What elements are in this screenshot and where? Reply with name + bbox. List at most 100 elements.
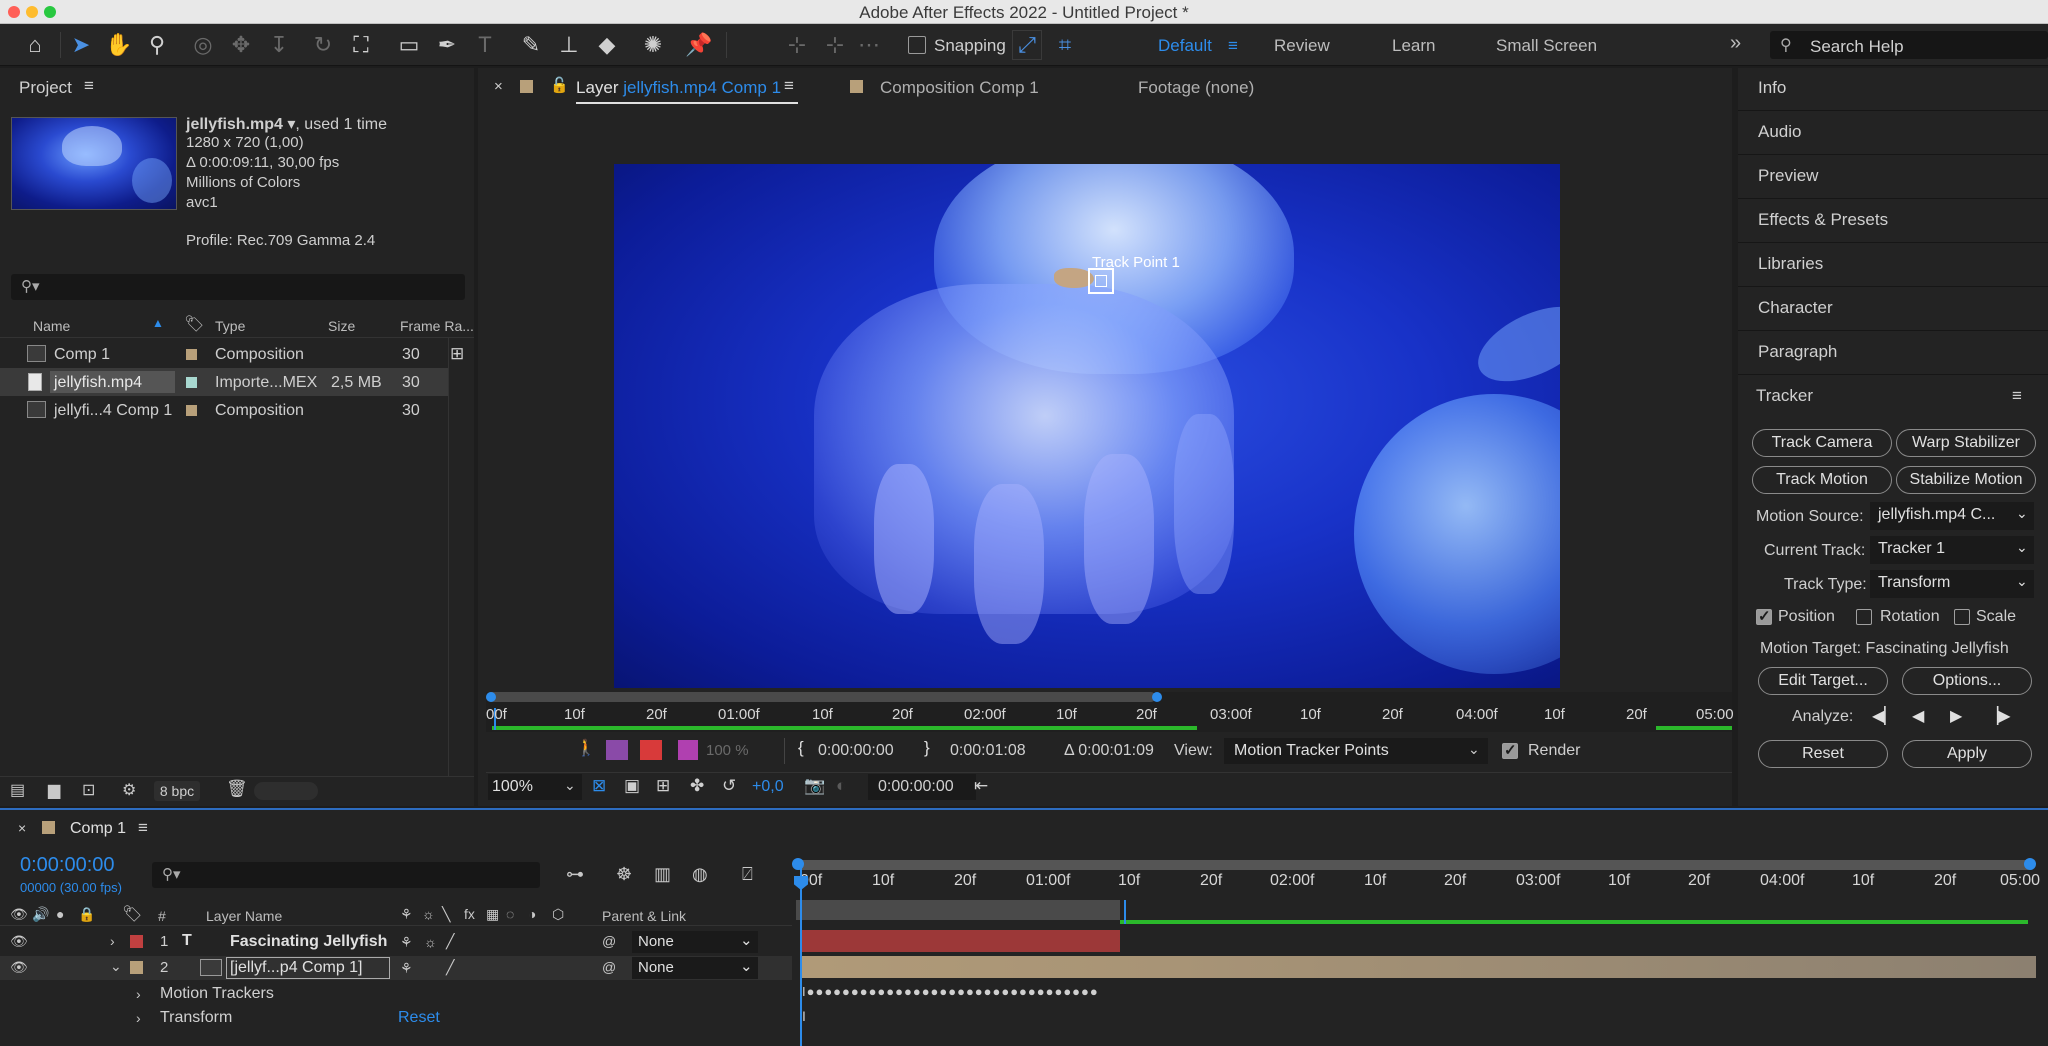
layer-bar-precomp[interactable] — [802, 956, 2036, 978]
label-swatch[interactable] — [186, 377, 197, 388]
work-area-end-handle[interactable] — [1152, 692, 1162, 702]
shy-layers-icon[interactable]: ☸ — [616, 864, 632, 885]
workspace-learn[interactable]: Learn — [1392, 36, 1435, 56]
column-type[interactable]: Type — [215, 318, 245, 334]
transform-keyframe-marker[interactable]: I — [802, 1008, 806, 1024]
video-eye-icon[interactable]: 👁 — [10, 906, 28, 923]
quality-icon[interactable]: ╲ — [442, 906, 450, 923]
tab-layer[interactable]: Layer jellyfish.mp4 Comp 1 — [576, 78, 781, 98]
rotate-icon[interactable]: ↻ — [308, 30, 338, 60]
track-type-select[interactable]: Transform ⌄ — [1870, 570, 2034, 598]
column-frame-rate[interactable]: Frame Ra... — [400, 318, 474, 334]
expand-chevron-icon[interactable]: › — [110, 933, 115, 949]
project-item-row[interactable]: jellyfi...4 Comp 1 Composition 30 — [0, 396, 448, 424]
motion-blur-col-icon[interactable]: ◌ — [506, 906, 514, 922]
scale-checkbox[interactable] — [1954, 609, 1970, 625]
shy-icon[interactable]: ⚘ — [400, 906, 413, 923]
hand-tool-icon[interactable]: ✋ — [104, 30, 134, 60]
column-layer-name[interactable]: Layer Name — [206, 908, 282, 924]
continuous-rasterize-icon[interactable]: ☼ — [424, 934, 437, 950]
label-column-icon[interactable]: 🏷 — [184, 314, 204, 334]
snap-edge-icon[interactable]: ⤢ — [1012, 30, 1042, 60]
reset-button[interactable]: Reset — [1758, 740, 1888, 768]
puppet-pin-icon[interactable]: 📌 — [684, 30, 714, 60]
shy-switch-icon[interactable]: ⚘ — [400, 934, 413, 951]
current-time-field[interactable]: 0:00:00:00 — [868, 774, 976, 800]
project-menu-icon[interactable]: ≡ — [84, 76, 94, 96]
project-panel-title[interactable]: Project — [19, 78, 72, 98]
video-eye-icon[interactable]: 👁 — [10, 959, 28, 976]
transparency-grid-icon[interactable] — [640, 740, 662, 760]
layer-bar-text[interactable] — [802, 930, 1120, 952]
time-navigator-end[interactable] — [2024, 858, 2036, 870]
label-swatch[interactable] — [130, 961, 143, 974]
layer-row[interactable]: 👁 › 1 T Fascinating Jellyfish ⚘ ☼ ╱ @ No… — [0, 930, 792, 954]
panel-preview[interactable]: Preview — [1758, 166, 1818, 186]
pickwhip-icon[interactable]: @ — [602, 959, 616, 975]
orbit-icon[interactable]: ◎ — [188, 30, 218, 60]
new-composition-icon[interactable]: ⊡ — [82, 780, 95, 800]
time-navigator-start[interactable] — [792, 858, 804, 870]
frame-blend-col-icon[interactable]: ▦ — [486, 906, 499, 923]
axis-local-icon[interactable]: ⊹ — [782, 30, 812, 60]
color-swatch[interactable] — [678, 740, 698, 760]
lock-icon[interactable]: 🔒 — [78, 906, 95, 923]
snapping-checkbox[interactable] — [908, 36, 926, 54]
bit-depth-button[interactable]: 8 bpc — [154, 781, 200, 801]
snapshot-icon[interactable]: 📷 — [804, 776, 825, 796]
thumbnail-size-slider[interactable] — [254, 782, 318, 800]
flowchart-icon[interactable]: ⊞ — [450, 344, 464, 364]
analyze-forward-frame-icon[interactable]: ▕▶ — [1986, 706, 2011, 726]
playhead[interactable] — [800, 866, 802, 1046]
in-time[interactable]: 0:00:00:00 — [818, 742, 894, 760]
expand-chevron-icon[interactable]: › — [136, 986, 141, 1002]
new-folder-icon[interactable]: ▆ — [48, 780, 60, 800]
layer-name[interactable]: [jellyf...p4 Comp 1] — [230, 959, 363, 977]
video-frame[interactable]: Track Point 1 — [614, 164, 1560, 688]
timeline-current-time[interactable]: 0:00:00:00 — [20, 854, 115, 877]
more-workspaces-icon[interactable]: » — [1730, 32, 1741, 55]
panel-effects-presets[interactable]: Effects & Presets — [1758, 210, 1888, 230]
brush-tool-icon[interactable]: ✎ — [516, 30, 546, 60]
panel-character[interactable]: Character — [1758, 298, 1833, 318]
exposure-value[interactable]: +0,0 — [752, 778, 784, 796]
channel-icon[interactable]: ✤ — [690, 776, 704, 796]
dolly-icon[interactable]: ↧ — [264, 30, 294, 60]
work-area-start-handle[interactable] — [486, 692, 496, 702]
shy-switch-icon[interactable]: ⚘ — [400, 960, 413, 977]
render-checkbox[interactable] — [1502, 741, 1518, 759]
tracker-panel-title[interactable]: Tracker — [1756, 386, 1813, 406]
transform-group[interactable]: Transform — [160, 1009, 232, 1027]
work-area-end-marker[interactable] — [1124, 900, 1126, 924]
collapse-icon[interactable]: ☼ — [422, 906, 435, 922]
label-swatch[interactable] — [186, 405, 197, 416]
position-checkbox[interactable] — [1756, 607, 1772, 625]
pan-icon[interactable]: ✥ — [226, 30, 256, 60]
workspace-small-screen[interactable]: Small Screen — [1496, 36, 1597, 56]
set-in-point-icon[interactable]: { — [798, 738, 804, 758]
show-snapshot-icon[interactable]: ◐ — [836, 776, 846, 796]
tab-footage[interactable]: Footage (none) — [1138, 78, 1254, 98]
label-swatch[interactable] — [186, 349, 197, 360]
timeline-link-icon[interactable]: ⇤ — [974, 776, 988, 796]
zoom-tool-icon[interactable]: ⚲ — [142, 30, 172, 60]
trash-icon[interactable]: 🗑 — [226, 779, 248, 799]
axis-world-icon[interactable]: ⊹ — [820, 30, 850, 60]
axis-view-icon[interactable]: ⋯ — [854, 30, 884, 60]
solo-view-icon[interactable] — [606, 740, 628, 760]
snap-feature-icon[interactable]: ⌗ — [1050, 30, 1080, 60]
audio-icon[interactable]: 🔊 — [32, 906, 49, 923]
panel-audio[interactable]: Audio — [1758, 122, 1801, 142]
pickwhip-icon[interactable]: @ — [602, 933, 616, 949]
zoom-select[interactable]: 100% ⌄ — [488, 774, 582, 800]
workspace-default[interactable]: Default — [1158, 36, 1212, 56]
roto-brush-icon[interactable]: ✺ — [638, 30, 668, 60]
fast-preview-icon[interactable]: ⊠ — [592, 776, 606, 796]
warp-stabilizer-button[interactable]: Warp Stabilizer — [1896, 429, 2036, 457]
out-time[interactable]: 0:00:01:08 — [950, 742, 1026, 760]
parent-select[interactable]: None ⌄ — [632, 957, 758, 979]
layer-name[interactable]: Fascinating Jellyfish — [230, 933, 387, 951]
reset-exposure-icon[interactable]: ↺ — [722, 776, 736, 796]
view-select[interactable]: Motion Tracker Points ⌄ — [1224, 738, 1488, 764]
selection-tool-icon[interactable]: ➤ — [66, 30, 96, 60]
